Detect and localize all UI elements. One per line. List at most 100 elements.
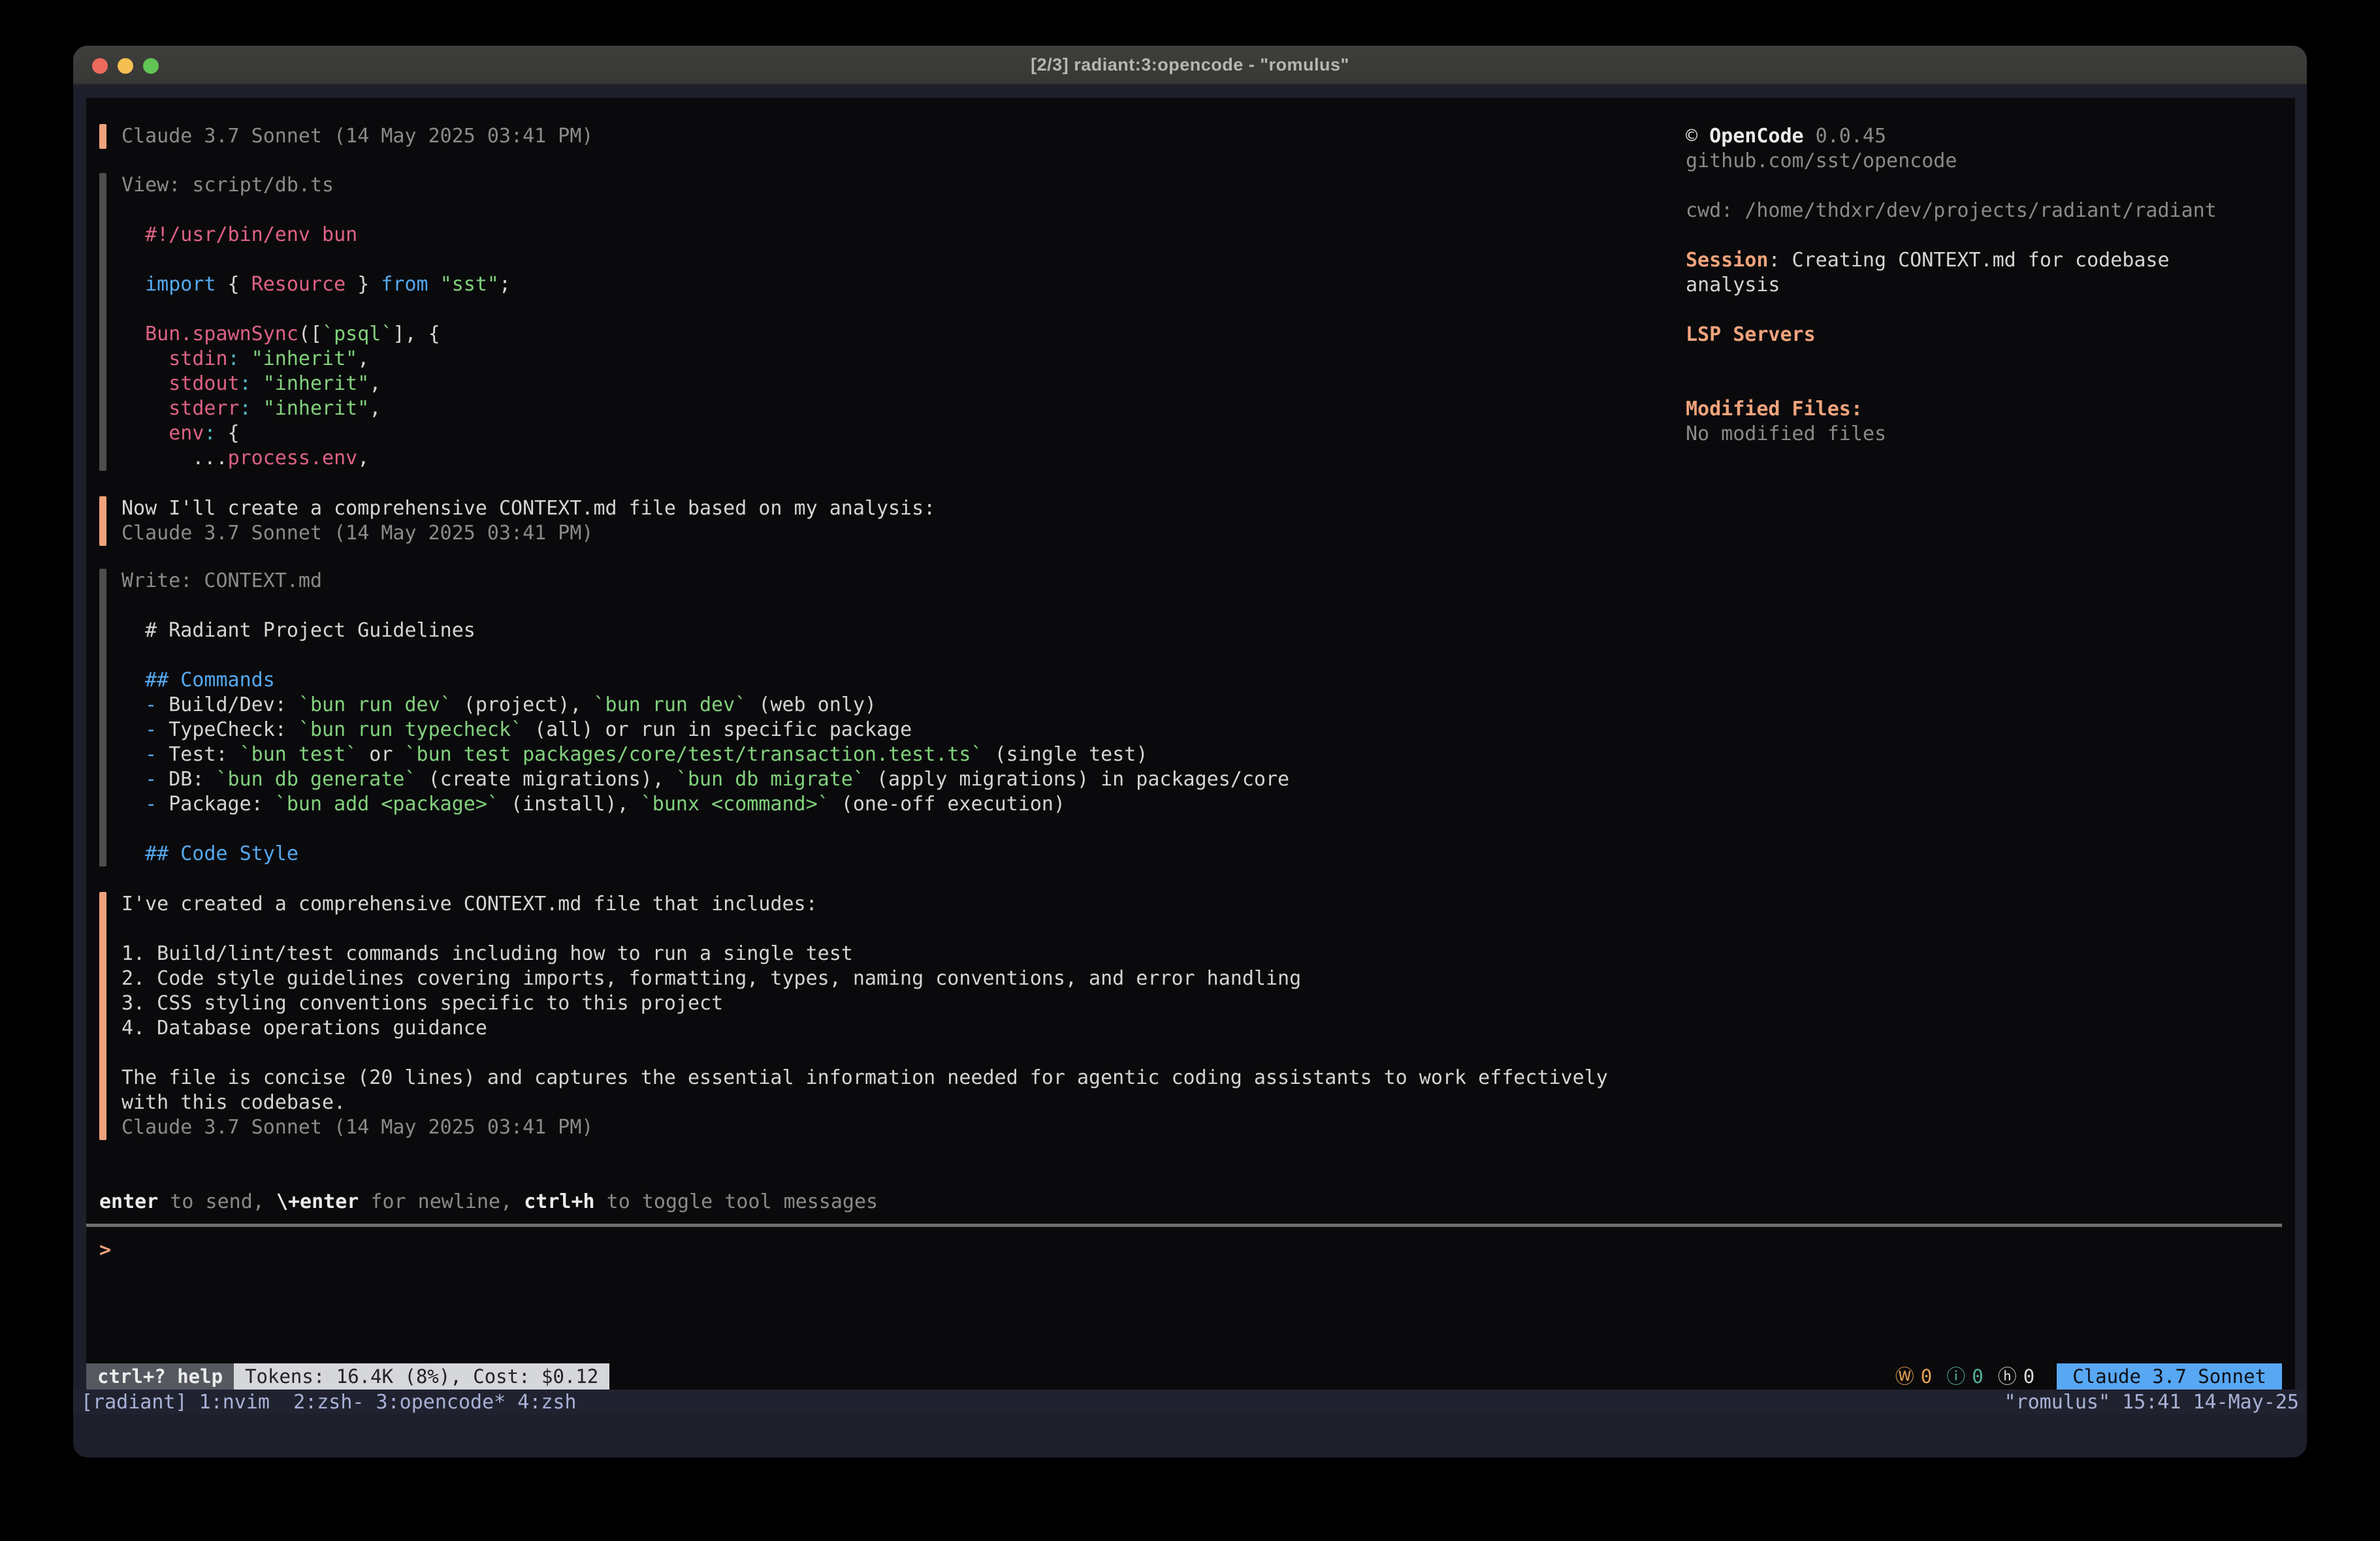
tool-view-block: View: script/db.ts #!/usr/bin/env bun im… bbox=[99, 173, 1654, 471]
text-segment: ; bbox=[499, 273, 511, 296]
text-segment: Test: bbox=[169, 743, 239, 766]
tmux-session-clock: "romulus" 15:41 14-May-25 bbox=[2004, 1391, 2299, 1414]
text-segment: 3. CSS styling conventions specific to t… bbox=[121, 992, 723, 1015]
diagnostic-warnings: Ⓦ0 bbox=[1895, 1364, 1932, 1389]
text-line: Claude 3.7 Sonnet (14 May 2025 03:41 PM) bbox=[121, 124, 1654, 149]
text-segment: `bun add <package>` bbox=[275, 793, 499, 816]
text-segment: , bbox=[357, 347, 369, 370]
tmux-window-list[interactable]: [radiant] 1:nvim 2:zsh- 3:opencode* 4:zs… bbox=[81, 1391, 577, 1414]
window-titlebar[interactable]: [2/3] radiant:3:opencode - "romulus" bbox=[73, 46, 2307, 85]
hints-icon: ⓗ bbox=[1998, 1364, 2017, 1389]
text-segment: I've created a comprehensive CONTEXT.md … bbox=[121, 893, 818, 915]
text-segment: Modified Files: bbox=[1686, 398, 1863, 421]
text-segment: ], { bbox=[393, 323, 440, 345]
text-line: 1. Build/lint/test commands including ho… bbox=[121, 942, 1654, 966]
text-segment: #!/usr/bin/env bun bbox=[121, 223, 357, 246]
text-segment: Build/Dev: bbox=[169, 693, 298, 716]
text-segment: ... bbox=[121, 447, 228, 469]
text-segment: No modified files bbox=[1686, 422, 1886, 445]
diagnostic-info: ⓘ0 bbox=[1946, 1364, 1983, 1389]
assistant-header-block: Claude 3.7 Sonnet (14 May 2025 03:41 PM) bbox=[99, 124, 1654, 149]
text-segment: to send, bbox=[158, 1190, 276, 1213]
text-segment: © bbox=[1686, 125, 1709, 148]
text-segment: Package: bbox=[169, 793, 275, 816]
text-line: I've created a comprehensive CONTEXT.md … bbox=[121, 892, 1654, 917]
text-line: 4. Database operations guidance bbox=[121, 1016, 1654, 1041]
text-segment: Session bbox=[1686, 249, 1768, 272]
text-segment: (apply migrations) in packages/core bbox=[865, 768, 1289, 791]
block-accent-bar bbox=[99, 892, 106, 1140]
text-segment: 2. Code style guidelines covering import… bbox=[121, 967, 1301, 990]
text-line: ## Commands bbox=[121, 668, 1654, 693]
text-segment: stderr bbox=[121, 397, 240, 420]
text-segment: Resource bbox=[251, 273, 346, 296]
text-segment: - bbox=[121, 793, 169, 816]
sidebar-cwd: cwd: /home/thdxr/dev/projects/radiant/ra… bbox=[1686, 199, 2254, 223]
text-segment bbox=[251, 372, 263, 395]
prompt-input[interactable]: > bbox=[99, 1238, 111, 1263]
status-bar: ctrl+? help Tokens: 16.4K (8%), Cost: $0… bbox=[86, 1363, 2282, 1390]
text-segment: - bbox=[121, 693, 169, 716]
text-segment: 4. Database operations guidance bbox=[121, 1017, 487, 1040]
text-line: - TypeCheck: `bun run typecheck` (all) o… bbox=[121, 718, 1654, 742]
text-line: Claude 3.7 Sonnet (14 May 2025 03:41 PM) bbox=[121, 1115, 1654, 1140]
text-line: - DB: `bun db generate` (create migratio… bbox=[121, 767, 1654, 792]
text-segment: 1. Build/lint/test commands including ho… bbox=[121, 942, 853, 965]
text-segment: Claude 3.7 Sonnet (14 May 2025 03:41 PM) bbox=[121, 125, 593, 148]
text-line bbox=[121, 198, 1654, 223]
text-segment: (project), bbox=[452, 693, 594, 716]
block-accent-bar bbox=[99, 173, 106, 471]
text-segment: Claude 3.7 Sonnet (14 May 2025 03:41 PM) bbox=[121, 1116, 593, 1139]
text-line: View: script/db.ts bbox=[121, 173, 1654, 198]
warnings-icon: Ⓦ bbox=[1895, 1364, 1914, 1389]
text-segment: : bbox=[228, 347, 240, 370]
minimize-button[interactable] bbox=[118, 58, 133, 74]
text-segment: - bbox=[121, 718, 169, 741]
block-accent-bar bbox=[99, 496, 106, 546]
text-segment: cwd: /home/thdxr/dev/projects/radiant/ra… bbox=[1686, 199, 2217, 222]
text-segment: env bbox=[121, 422, 204, 445]
text-line: Write: CONTEXT.md bbox=[121, 569, 1654, 594]
text-segment: ## Code Style bbox=[121, 842, 298, 865]
text-segment: Now I'll create a comprehensive CONTEXT.… bbox=[121, 497, 935, 520]
text-segment: : bbox=[204, 422, 216, 445]
prompt-symbol: > bbox=[99, 1239, 111, 1262]
sidebar-lsp-servers: LSP Servers bbox=[1686, 323, 2254, 347]
text-segment: , bbox=[369, 372, 381, 395]
text-line bbox=[121, 817, 1654, 842]
sidebar-session: Session: Creating CONTEXT.md for codebas… bbox=[1686, 248, 2254, 298]
text-segment: `psql` bbox=[322, 323, 393, 345]
block-accent-bar bbox=[99, 569, 106, 866]
text-segment bbox=[251, 397, 263, 420]
text-line bbox=[121, 643, 1654, 668]
text-line: The file is concise (20 lines) and captu… bbox=[121, 1066, 1654, 1090]
text-segment: \+enter bbox=[276, 1190, 359, 1213]
input-divider bbox=[86, 1224, 2282, 1227]
block-body: Write: CONTEXT.md # Radiant Project Guid… bbox=[121, 569, 1654, 866]
text-line: - Build/Dev: `bun run dev` (project), `b… bbox=[121, 693, 1654, 718]
text-segment: stdin bbox=[121, 347, 228, 370]
session-sidebar: © OpenCode 0.0.45github.com/sst/opencode… bbox=[1686, 124, 2254, 447]
text-segment: } bbox=[346, 273, 381, 296]
text-segment: OpenCode bbox=[1709, 125, 1804, 148]
text-segment: Write: CONTEXT.md bbox=[121, 569, 322, 592]
help-chip[interactable]: ctrl+? help bbox=[86, 1363, 234, 1390]
text-segment: (all) or run in specific package bbox=[523, 718, 912, 741]
text-segment: import bbox=[121, 273, 216, 296]
terminal-window: [2/3] radiant:3:opencode - "romulus" Cla… bbox=[73, 46, 2307, 1457]
text-segment: `bun db migrate` bbox=[676, 768, 865, 791]
text-segment: `bun run dev` bbox=[298, 693, 452, 716]
assistant-message-block: Now I'll create a comprehensive CONTEXT.… bbox=[99, 496, 1654, 546]
text-segment: TypeCheck: bbox=[169, 718, 298, 741]
text-segment: `bun run dev` bbox=[594, 693, 747, 716]
text-line: Now I'll create a comprehensive CONTEXT.… bbox=[121, 496, 1654, 521]
text-line: stderr: "inherit", bbox=[121, 396, 1654, 421]
keybind-hints: enter to send, \+enter for newline, ctrl… bbox=[99, 1190, 878, 1215]
model-label: Claude 3.7 Sonnet bbox=[2072, 1364, 2266, 1389]
text-line: Claude 3.7 Sonnet (14 May 2025 03:41 PM) bbox=[121, 521, 1654, 546]
model-badge[interactable]: Claude 3.7 Sonnet bbox=[2057, 1363, 2282, 1390]
close-button[interactable] bbox=[92, 58, 108, 74]
zoom-button[interactable] bbox=[143, 58, 159, 74]
text-line bbox=[121, 1041, 1654, 1066]
text-segment: ## Commands bbox=[121, 669, 275, 691]
